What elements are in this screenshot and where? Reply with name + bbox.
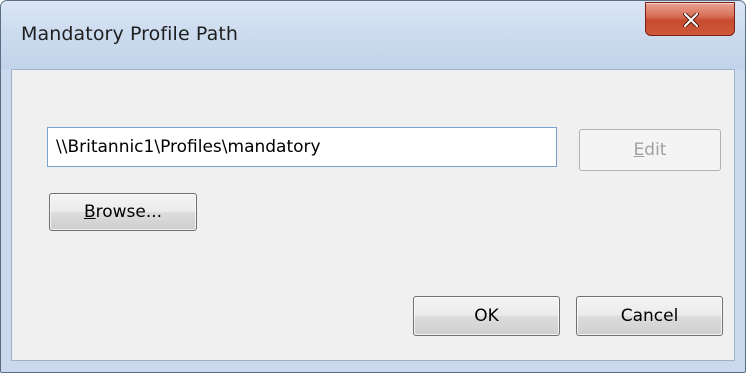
edit-mnemonic: E xyxy=(633,140,645,160)
cancel-button[interactable]: Cancel xyxy=(576,296,723,336)
edit-label: dit xyxy=(644,140,667,160)
cancel-label: Cancel xyxy=(620,306,679,326)
ok-label: OK xyxy=(474,306,499,326)
profile-path-input[interactable] xyxy=(47,127,557,167)
ok-button[interactable]: OK xyxy=(413,296,560,336)
close-button[interactable] xyxy=(645,2,735,36)
close-icon xyxy=(683,13,699,27)
title-bar[interactable]: Mandatory Profile Path xyxy=(1,1,745,69)
dialog-window: Mandatory Profile Path Edit Browse... OK… xyxy=(0,0,746,373)
browse-mnemonic: B xyxy=(83,202,96,222)
browse-button[interactable]: Browse... xyxy=(49,193,197,231)
browse-label: rowse... xyxy=(95,202,163,222)
dialog-body: Edit Browse... OK Cancel xyxy=(11,69,735,361)
edit-button[interactable]: Edit xyxy=(579,129,721,171)
window-title: Mandatory Profile Path xyxy=(21,23,239,45)
